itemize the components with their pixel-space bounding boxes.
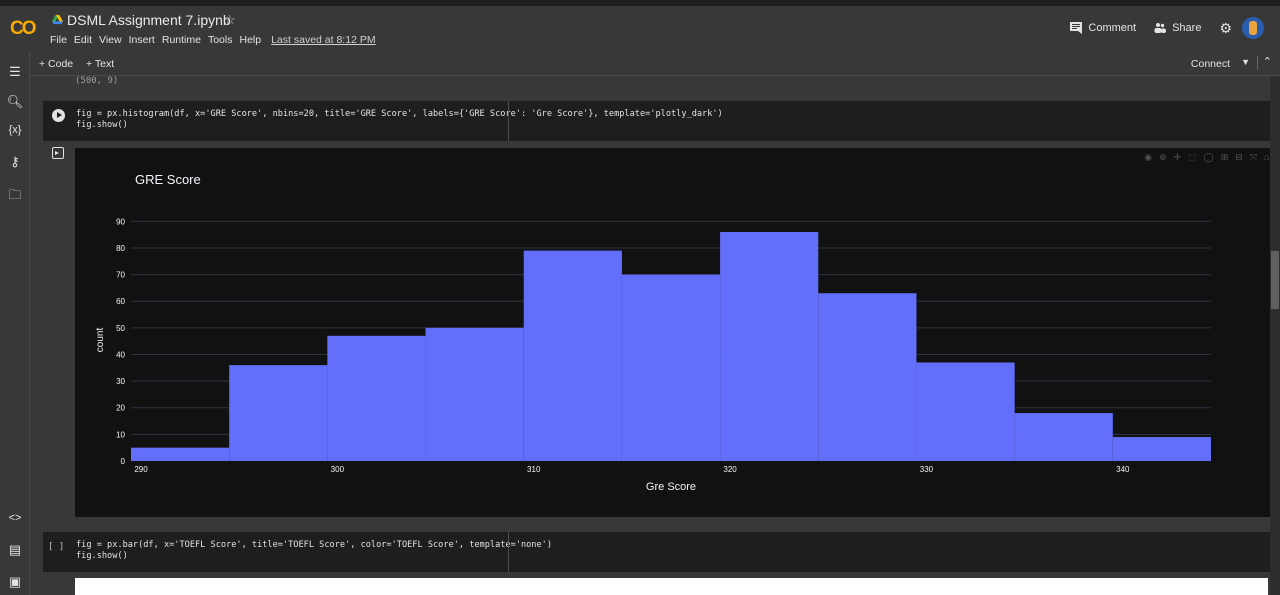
x-tick-label: 310 xyxy=(527,465,541,474)
comment-icon xyxy=(1070,22,1083,34)
code-cell[interactable]: fig = px.histogram(df, x='GRE Score', nb… xyxy=(43,101,1270,141)
camera-icon[interactable]: ◉ xyxy=(1144,152,1152,163)
connect-dropdown-icon[interactable]: ▼ xyxy=(1241,57,1250,67)
reset-axes-icon[interactable]: ⌂ xyxy=(1264,152,1269,163)
menu-insert[interactable]: Insert xyxy=(129,34,155,46)
x-tick-label: 300 xyxy=(331,465,345,474)
y-tick-label: 50 xyxy=(116,324,125,333)
histogram-bar[interactable] xyxy=(1112,437,1211,461)
execution-count: [ ] xyxy=(48,542,65,552)
histogram-bar[interactable] xyxy=(720,231,819,461)
histogram-bar[interactable] xyxy=(131,447,230,461)
menu-edit[interactable]: Edit xyxy=(74,34,92,46)
menu-runtime[interactable]: Runtime xyxy=(162,34,201,46)
plotly-chart[interactable]: ◉ ⊕ ✛ ⬚ ◯ ⊞ ⊟ ⤧ ⌂ ▥ GRE Score Gre Score … xyxy=(75,148,1270,517)
box-select-icon[interactable]: ⬚ xyxy=(1188,152,1197,163)
last-saved-link[interactable]: Last saved at 8:12 PM xyxy=(271,34,375,46)
left-sidebar: ☰ 🔍︎ {x} ⚷ 🗀 <> ▤ ▣ xyxy=(0,52,30,595)
histogram-bar[interactable] xyxy=(621,274,721,461)
zoom-icon[interactable]: ⊕ xyxy=(1159,152,1167,163)
plotly-modebar: ◉ ⊕ ✛ ⬚ ◯ ⊞ ⊟ ⤧ ⌂ ▥ xyxy=(1144,152,1270,163)
code-editor[interactable]: fig = px.histogram(df, x='GRE Score', nb… xyxy=(76,109,723,131)
search-icon[interactable]: 🔍︎ xyxy=(0,94,30,110)
gear-icon[interactable]: ⚙ xyxy=(1219,20,1232,37)
notebook-content: (500, 9) fig = px.histogram(df, x='GRE S… xyxy=(30,76,1270,595)
menu-file[interactable]: File xyxy=(50,34,67,46)
code-editor[interactable]: fig = px.bar(df, x='TOEFL Score', title=… xyxy=(76,540,552,562)
y-tick-label: 70 xyxy=(116,271,125,280)
star-icon[interactable]: ☆ xyxy=(224,12,236,28)
histogram-bar[interactable] xyxy=(916,362,1015,461)
connect-button[interactable]: Connect xyxy=(1191,58,1230,70)
menu-tools[interactable]: Tools xyxy=(208,34,233,46)
folder-icon[interactable]: 🗀 xyxy=(0,186,30,208)
histogram-bar[interactable] xyxy=(523,250,622,461)
x-tick-label: 290 xyxy=(134,465,148,474)
colab-logo[interactable]: CO xyxy=(10,18,36,40)
histogram-svg: GRE Score Gre Score count 0 10 20 30 40 50 60 7… xyxy=(95,172,1211,493)
page-scrollbar[interactable] xyxy=(1270,76,1280,595)
share-people-icon xyxy=(1154,23,1167,33)
histogram-bar[interactable] xyxy=(1014,413,1113,461)
run-cell-button[interactable] xyxy=(52,109,65,122)
code-cell[interactable]: [ ] fig = px.bar(df, x='TOEFL Score', ti… xyxy=(43,532,1270,572)
next-chart-output xyxy=(75,578,1268,595)
comment-button[interactable]: Comment xyxy=(1070,22,1136,34)
code-snippets-icon[interactable]: <> xyxy=(0,512,30,524)
colab-header: CO DSML Assignment 7.ipynb ☆ File Edit V… xyxy=(0,6,1280,52)
y-tick-label: 80 xyxy=(116,244,125,253)
y-tick-label: 10 xyxy=(116,430,125,439)
output-icon[interactable] xyxy=(52,147,64,159)
add-text-button[interactable]: + Text xyxy=(86,58,114,70)
add-code-button[interactable]: + Code xyxy=(39,58,73,70)
editor-ruler xyxy=(508,101,509,141)
x-tick-label: 340 xyxy=(1116,465,1130,474)
y-tick-label: 60 xyxy=(116,297,125,306)
toolbar-divider xyxy=(1257,56,1258,70)
collapse-toolbar-icon[interactable]: ⌃ xyxy=(1263,55,1272,68)
y-tick-label: 30 xyxy=(116,377,125,386)
previous-cell-output: (500, 9) xyxy=(75,76,119,86)
histogram-bar[interactable] xyxy=(425,327,524,461)
variables-icon[interactable]: {x} xyxy=(0,124,30,136)
command-palette-icon[interactable]: ▤ xyxy=(0,542,30,558)
header-actions: Comment Share ⚙ xyxy=(1070,12,1280,44)
zoom-in-icon[interactable]: ⊞ xyxy=(1221,152,1229,163)
menu-view[interactable]: View xyxy=(99,34,122,46)
histogram-bar[interactable] xyxy=(327,335,426,461)
code-line: fig.show() xyxy=(76,120,128,130)
y-tick-label: 40 xyxy=(116,350,125,359)
avatar[interactable] xyxy=(1242,17,1264,39)
zoom-out-icon[interactable]: ⊟ xyxy=(1235,152,1243,163)
menu-help[interactable]: Help xyxy=(239,34,261,46)
y-tick-label: 0 xyxy=(121,457,126,466)
x-tick-label: 320 xyxy=(723,465,737,474)
code-line: fig = px.histogram(df, x='GRE Score', nb… xyxy=(76,109,723,119)
histogram-bar[interactable] xyxy=(229,365,328,461)
histogram-bar[interactable] xyxy=(818,293,917,461)
editor-ruler xyxy=(508,532,509,572)
code-line: fig = px.bar(df, x='TOEFL Score', title=… xyxy=(76,540,552,550)
x-tick-label: 330 xyxy=(920,465,934,474)
x-axis-label: Gre Score xyxy=(646,481,696,493)
comment-label: Comment xyxy=(1088,22,1137,34)
code-line: fig.show() xyxy=(76,551,128,561)
terminal-icon[interactable]: ▣ xyxy=(0,574,30,590)
share-label: Share xyxy=(1172,22,1202,34)
menu-bar: File Edit View Insert Runtime Tools Help… xyxy=(50,34,376,46)
drive-icon xyxy=(52,14,63,25)
chart-title: GRE Score xyxy=(135,172,201,187)
scrollbar-thumb[interactable] xyxy=(1271,251,1279,309)
notebook-toolbar: + Code + Text Connect ▼ ⌃ xyxy=(30,52,1280,76)
lasso-icon[interactable]: ◯ xyxy=(1204,152,1214,163)
share-button[interactable]: Share xyxy=(1154,22,1201,34)
notebook-title[interactable]: DSML Assignment 7.ipynb xyxy=(67,12,231,28)
autoscale-icon[interactable]: ⤧ xyxy=(1250,152,1257,163)
pan-icon[interactable]: ✛ xyxy=(1174,152,1182,163)
y-tick-label: 90 xyxy=(116,217,125,226)
y-tick-label: 20 xyxy=(116,404,125,413)
y-axis-label: count xyxy=(95,328,106,353)
table-of-contents-icon[interactable]: ☰ xyxy=(0,64,30,80)
key-icon[interactable]: ⚷ xyxy=(0,154,30,170)
